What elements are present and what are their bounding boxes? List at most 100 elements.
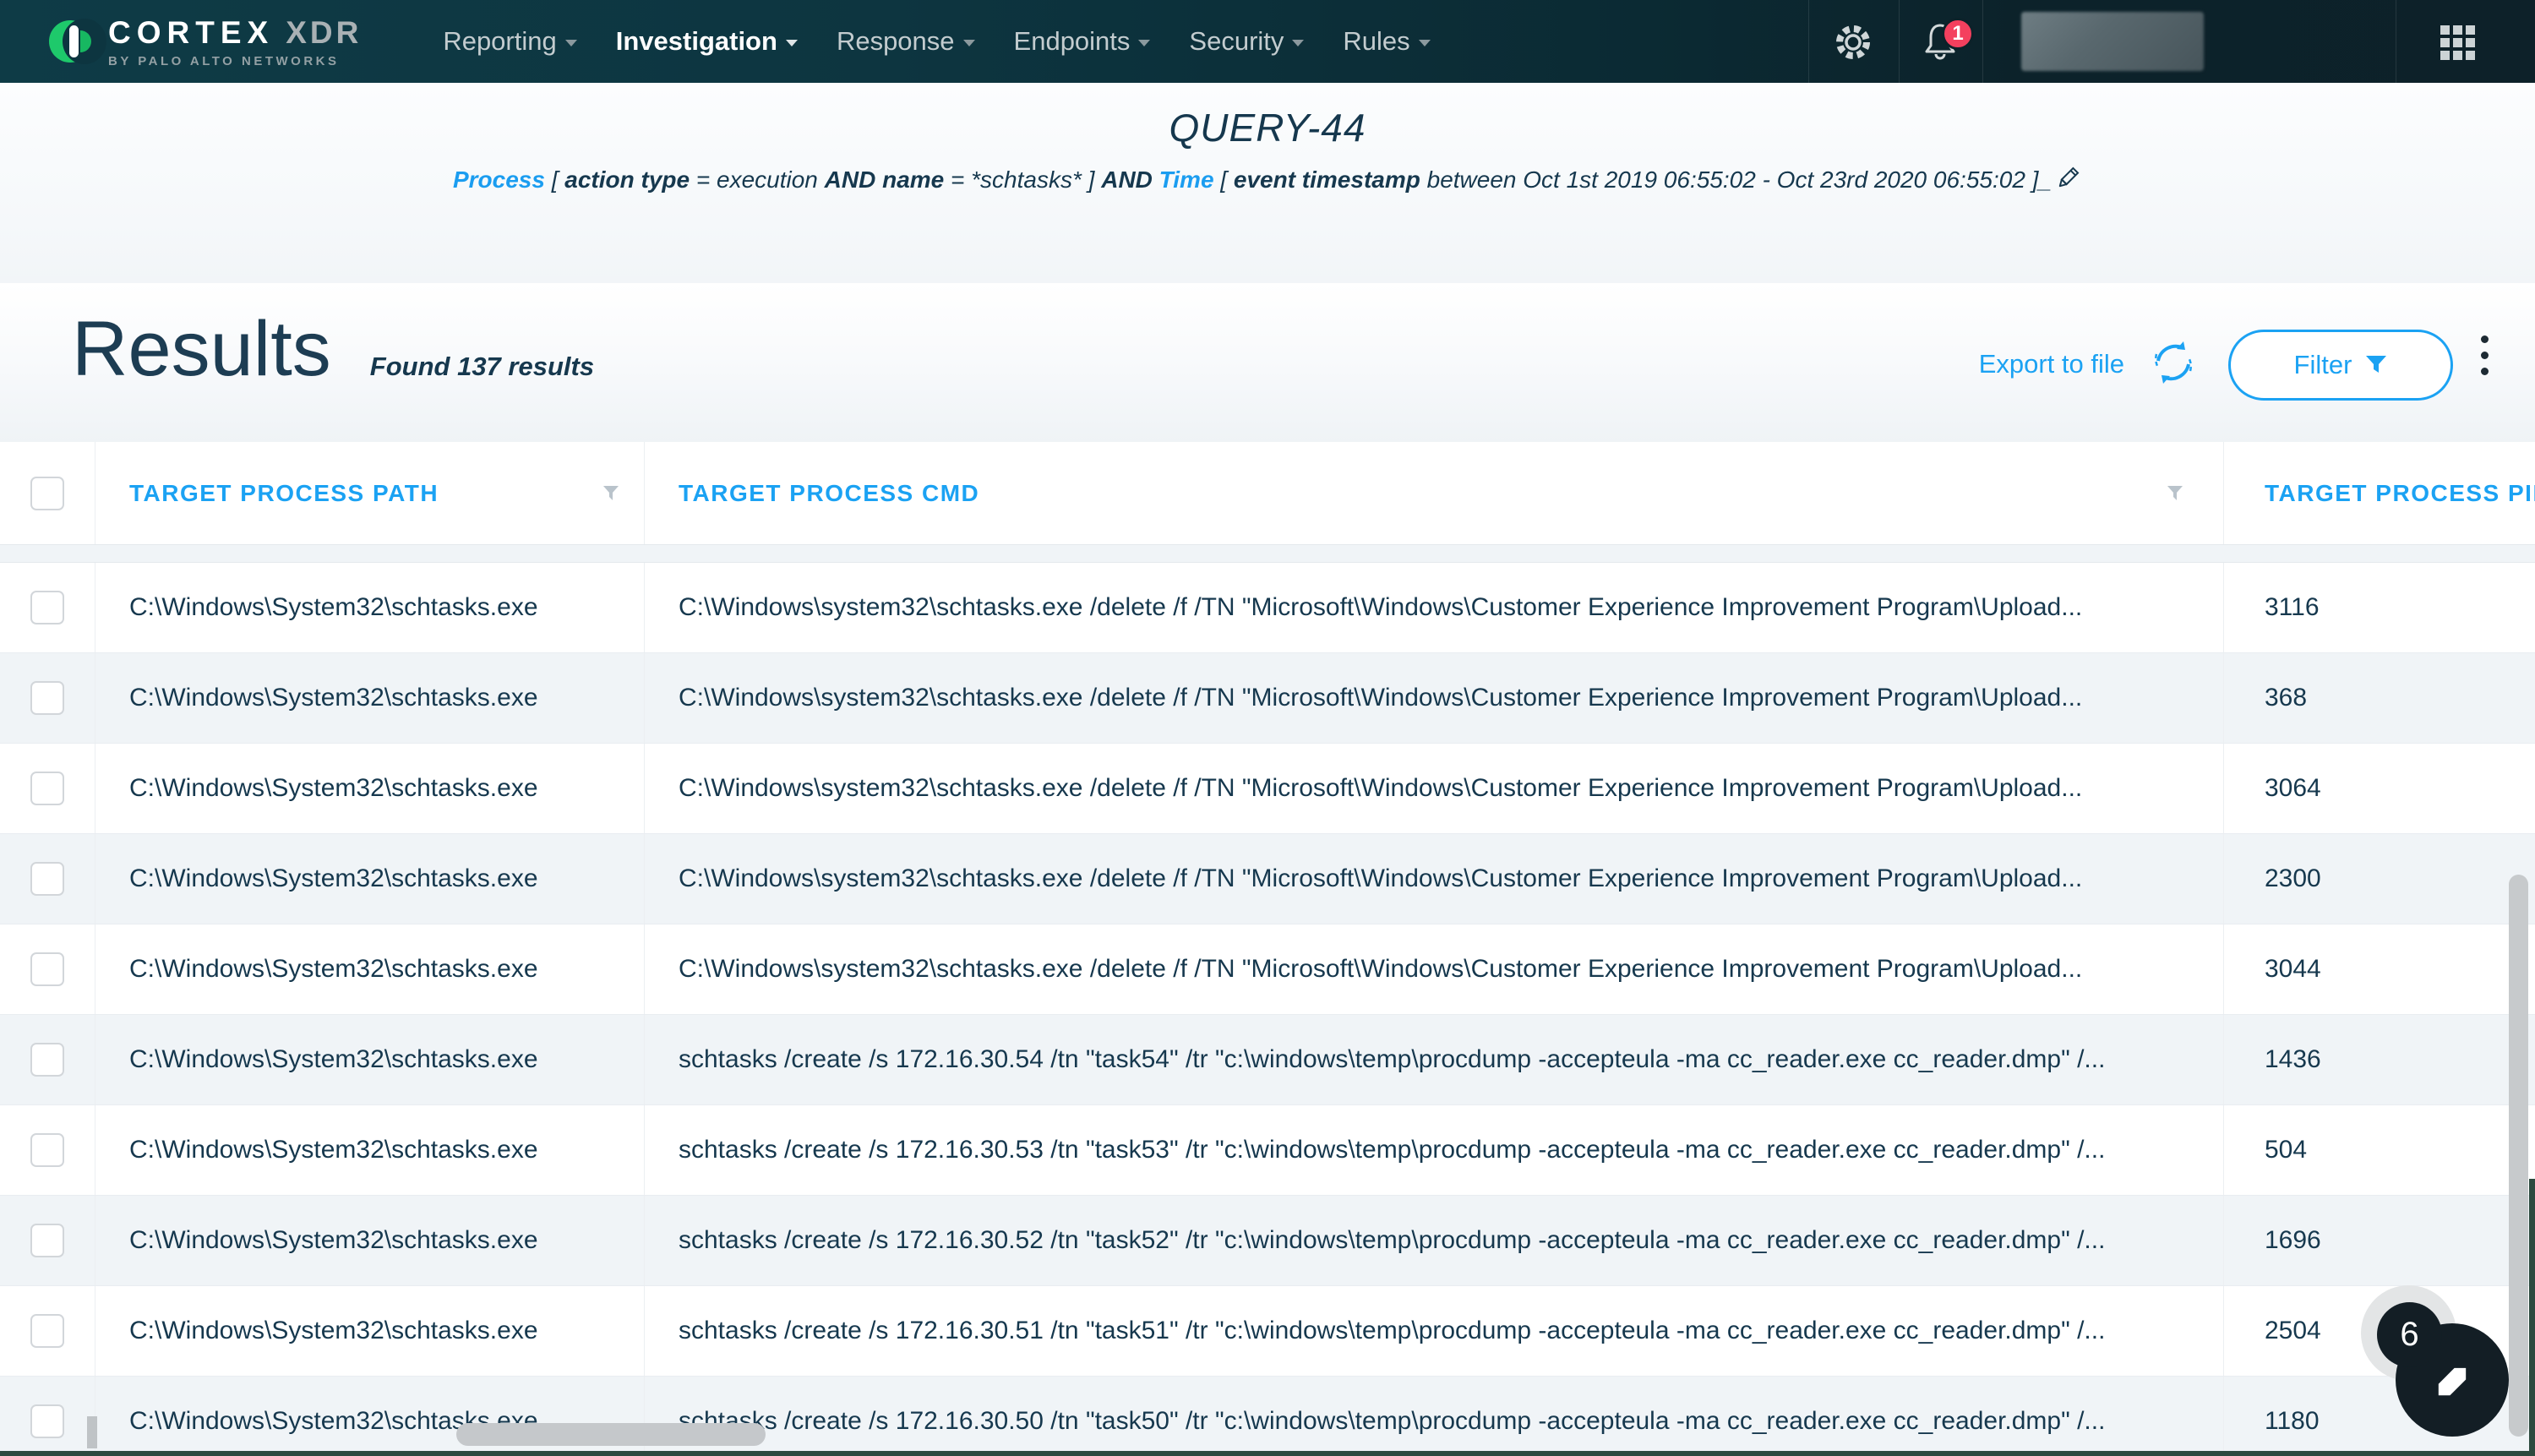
nav-item-security[interactable]: Security — [1189, 26, 1304, 57]
cell-target-process-path: C:\Windows\System32\schtasks.exe — [129, 955, 538, 984]
cell-target-process-cmd: schtasks /create /s 172.16.30.51 /tn "ta… — [679, 1317, 2105, 1345]
cell-target-process-cmd: schtasks /create /s 172.16.30.54 /tn "ta… — [679, 1045, 2105, 1074]
cell-target-process-cmd: C:\Windows\system32\schtasks.exe /delete… — [679, 774, 2082, 803]
row-checkbox[interactable] — [30, 772, 64, 805]
cell-target-process-pid: 368 — [2265, 684, 2307, 712]
row-checkbox[interactable] — [30, 862, 64, 896]
results-heading: Results — [72, 305, 331, 394]
row-checkbox[interactable] — [30, 1043, 64, 1077]
brand-suffix: XDR — [286, 15, 362, 51]
cell-target-process-cmd: C:\Windows\system32\schtasks.exe /delete… — [679, 955, 2082, 984]
cell-target-process-pid: 3116 — [2265, 593, 2320, 622]
table-row[interactable]: C:\Windows\System32\schtasks.exe C:\Wind… — [0, 744, 2535, 834]
row-checkbox[interactable] — [30, 1133, 64, 1167]
nav-item-rules[interactable]: Rules — [1343, 26, 1430, 57]
nav-item-investigation[interactable]: Investigation — [616, 26, 798, 57]
table-row[interactable]: C:\Windows\System32\schtasks.exe C:\Wind… — [0, 834, 2535, 924]
cell-target-process-cmd: C:\Windows\system32\schtasks.exe /delete… — [679, 593, 2082, 622]
table-row[interactable]: C:\Windows\System32\schtasks.exe C:\Wind… — [0, 924, 2535, 1015]
cell-target-process-cmd: schtasks /create /s 172.16.30.52 /tn "ta… — [679, 1226, 2105, 1255]
cell-target-process-path: C:\Windows\System32\schtasks.exe — [129, 1226, 538, 1255]
table-row[interactable]: C:\Windows\System32\schtasks.exe C:\Wind… — [0, 563, 2535, 653]
table-row[interactable]: C:\Windows\System32\schtasks.exe C:\Wind… — [0, 653, 2535, 744]
column-filter-icon[interactable] — [602, 484, 620, 507]
table-row[interactable]: C:\Windows\System32\schtasks.exe schtask… — [0, 1377, 2535, 1456]
cell-target-process-path: C:\Windows\System32\schtasks.exe — [129, 774, 538, 803]
cell-target-process-pid: 1696 — [2265, 1226, 2321, 1255]
filter-button-label: Filter — [2294, 350, 2352, 380]
chevron-down-icon — [963, 40, 975, 46]
cell-target-process-pid: 3044 — [2265, 955, 2321, 984]
query-band: QUERY-44 Process [ action type = executi… — [0, 83, 2535, 283]
cell-target-process-cmd: C:\Windows\system32\schtasks.exe /delete… — [679, 864, 2082, 893]
brand-title: CORTEX — [108, 15, 274, 51]
horizontal-scrollbar-cap — [87, 1416, 97, 1448]
chevron-down-icon — [786, 40, 798, 46]
cell-target-process-pid: 2300 — [2265, 864, 2321, 893]
query-segments: Process [ action type = execution AND na… — [453, 166, 2052, 193]
row-checkbox[interactable] — [30, 681, 64, 715]
brand-subtitle: BY PALO ALTO NETWORKS — [108, 54, 362, 68]
table-row[interactable]: C:\Windows\System32\schtasks.exe schtask… — [0, 1015, 2535, 1105]
results-count-summary: Found 137 results — [370, 352, 594, 382]
cell-target-process-cmd: schtasks /create /s 172.16.30.53 /tn "ta… — [679, 1136, 2105, 1164]
partially-scrolled-row — [0, 545, 2535, 563]
chat-unread-badge[interactable]: 6 — [2377, 1302, 2442, 1367]
cell-target-process-cmd: C:\Windows\system32\schtasks.exe /delete… — [679, 684, 2082, 712]
top-navbar: CORTEX XDR BY PALO ALTO NETWORKS Reporti… — [0, 0, 2535, 83]
results-table: TARGET PROCESS PATH TARGET PROCESS CMD T… — [0, 442, 2535, 1456]
column-header-target-process-cmd[interactable]: TARGET PROCESS CMD — [645, 442, 2224, 544]
filter-button[interactable]: Filter — [2228, 330, 2453, 401]
query-title: QUERY-44 — [0, 105, 2535, 150]
cell-target-process-path: C:\Windows\System32\schtasks.exe — [129, 1317, 538, 1345]
column-header-target-process-pid[interactable]: TARGET PROCESS PID — [2224, 442, 2535, 544]
row-checkbox[interactable] — [30, 1404, 64, 1438]
user-account-redacted[interactable] — [2021, 12, 2204, 71]
table-row[interactable]: C:\Windows\System32\schtasks.exe schtask… — [0, 1196, 2535, 1286]
query-definition: Process [ action type = execution AND na… — [0, 164, 2535, 199]
more-options-kebab-icon[interactable] — [2481, 335, 2489, 375]
window-edge-right — [2529, 1179, 2535, 1456]
app-switcher-grid-icon[interactable] — [2440, 25, 2475, 60]
settings-gear-icon[interactable] — [1832, 21, 1874, 68]
column-filter-icon[interactable] — [2166, 484, 2184, 507]
cell-target-process-path: C:\Windows\System32\schtasks.exe — [129, 1045, 538, 1074]
notification-badge: 1 — [1942, 18, 1974, 50]
column-header-target-process-path[interactable]: TARGET PROCESS PATH — [95, 442, 645, 544]
chevron-down-icon — [1138, 40, 1150, 46]
refresh-sync-icon[interactable] — [2150, 339, 2197, 390]
results-band: Results Found 137 results Export to file… — [0, 283, 2535, 442]
edit-query-pencil-icon[interactable] — [2053, 164, 2082, 199]
cell-target-process-path: C:\Windows\System32\schtasks.exe — [129, 593, 538, 622]
brand-logo[interactable]: CORTEX XDR BY PALO ALTO NETWORKS — [49, 15, 362, 68]
cell-target-process-pid: 2504 — [2265, 1317, 2321, 1345]
cell-target-process-pid: 1180 — [2265, 1407, 2320, 1436]
chevron-down-icon — [1292, 40, 1304, 46]
table-row[interactable]: C:\Windows\System32\schtasks.exe schtask… — [0, 1286, 2535, 1377]
notifications-bell-icon[interactable]: 1 — [1918, 19, 1962, 68]
table-header-row: TARGET PROCESS PATH TARGET PROCESS CMD T… — [0, 442, 2535, 545]
cell-target-process-pid: 3064 — [2265, 774, 2321, 803]
table-row[interactable]: C:\Windows\System32\schtasks.exe schtask… — [0, 1105, 2535, 1196]
chevron-down-icon — [565, 40, 577, 46]
cell-target-process-pid: 1436 — [2265, 1045, 2321, 1074]
cortex-logo-icon — [49, 20, 91, 63]
window-edge-bottom — [0, 1451, 2535, 1456]
nav-item-response[interactable]: Response — [837, 26, 975, 57]
cell-target-process-path: C:\Windows\System32\schtasks.exe — [129, 1136, 538, 1164]
row-checkbox[interactable] — [30, 591, 64, 624]
row-checkbox[interactable] — [30, 1314, 64, 1348]
nav-item-endpoints[interactable]: Endpoints — [1014, 26, 1151, 57]
cell-target-process-path: C:\Windows\System32\schtasks.exe — [129, 864, 538, 893]
row-checkbox[interactable] — [30, 952, 64, 986]
cell-target-process-path: C:\Windows\System32\schtasks.exe — [129, 684, 538, 712]
horizontal-scrollbar[interactable] — [456, 1423, 766, 1446]
row-checkbox[interactable] — [30, 1224, 64, 1257]
select-all-checkbox[interactable] — [30, 477, 64, 510]
vertical-scrollbar[interactable] — [2509, 875, 2528, 1437]
export-to-file-link[interactable]: Export to file — [1979, 349, 2124, 379]
filter-funnel-icon — [2365, 355, 2387, 375]
nav-item-reporting[interactable]: Reporting — [443, 26, 576, 57]
table-body: C:\Windows\System32\schtasks.exe C:\Wind… — [0, 563, 2535, 1456]
cell-target-process-pid: 504 — [2265, 1136, 2307, 1164]
